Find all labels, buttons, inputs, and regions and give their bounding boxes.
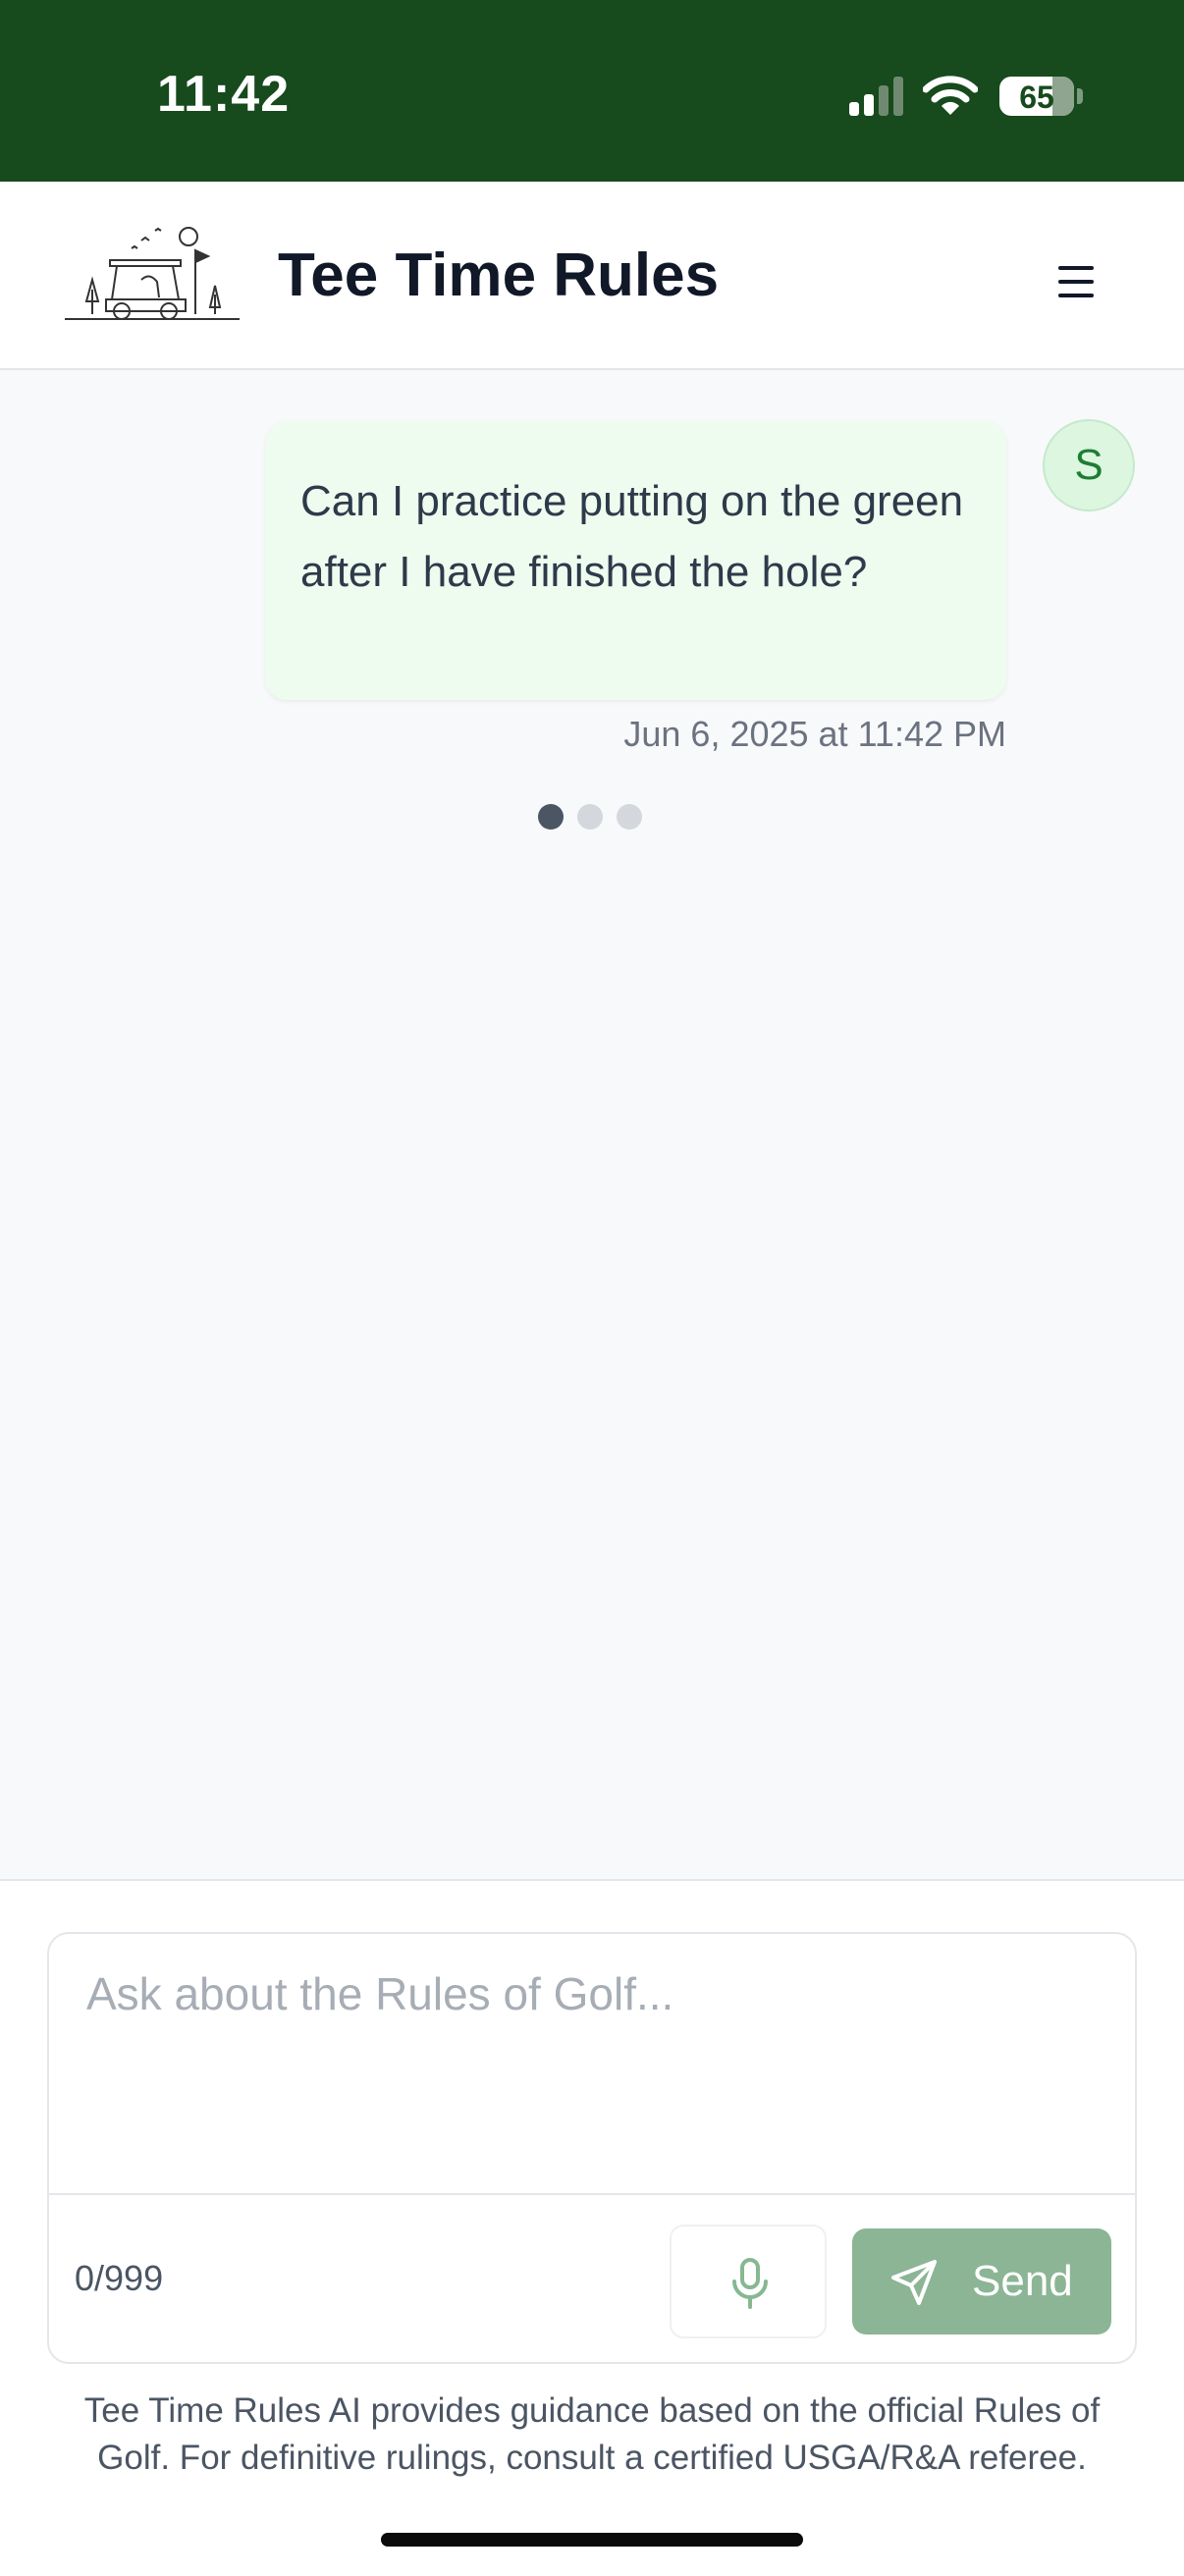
battery-level: 65	[1019, 80, 1054, 115]
question-input[interactable]	[49, 1934, 1135, 2193]
message-timestamp: Jun 6, 2025 at 11:42 PM	[623, 714, 1006, 754]
typing-indicator	[538, 804, 656, 833]
chat-area[interactable]: Can I practice putting on the green afte…	[0, 370, 1184, 1880]
typing-dot	[538, 804, 564, 830]
battery-icon: 65	[999, 77, 1074, 116]
status-bar: 11:42 65	[0, 0, 1184, 182]
microphone-button[interactable]	[670, 2225, 827, 2338]
wifi-icon	[923, 76, 978, 115]
golf-cart-logo-icon[interactable]	[63, 221, 242, 329]
hamburger-menu-icon[interactable]	[1052, 256, 1103, 307]
user-message-bubble: Can I practice putting on the green afte…	[265, 421, 1006, 700]
composer-card: 0/999 Send	[47, 1932, 1137, 2364]
app-title: Tee Time Rules	[278, 242, 720, 309]
paper-plane-icon	[891, 2260, 937, 2305]
app-header: Tee Time Rules	[0, 182, 1184, 370]
microphone-icon	[732, 2258, 768, 2309]
disclaimer-text: Tee Time Rules AI provides guidance base…	[83, 2391, 1101, 2477]
composer-divider	[49, 2193, 1135, 2195]
send-button[interactable]: Send	[852, 2228, 1111, 2334]
user-avatar: S	[1043, 419, 1135, 511]
char-count: 0/999	[75, 2258, 164, 2298]
signal-icon	[849, 77, 903, 116]
typing-dot	[577, 804, 603, 830]
status-time: 11:42	[157, 66, 291, 123]
typing-dot	[617, 804, 642, 830]
battery-cap	[1077, 88, 1083, 104]
send-label: Send	[972, 2257, 1073, 2305]
composer-panel: 0/999 Send Tee Time Rules AI provides gu…	[0, 1879, 1184, 2576]
home-indicator[interactable]	[381, 2533, 803, 2547]
